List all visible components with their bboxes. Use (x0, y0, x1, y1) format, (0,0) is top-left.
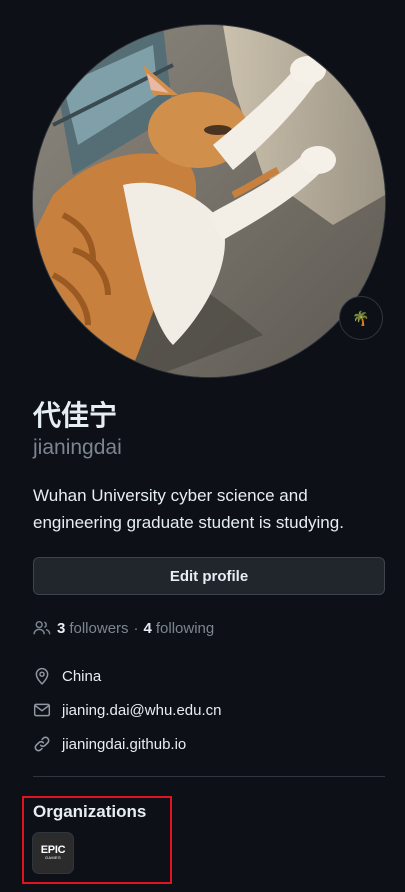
following-count: 4 (143, 619, 152, 637)
avatar[interactable] (33, 25, 385, 377)
following-link[interactable]: 4 following (144, 620, 215, 637)
profile-username: jianingdai (33, 436, 122, 459)
follow-stats: 3 followers · 4 following (33, 617, 214, 639)
cat-photo-icon (33, 25, 385, 377)
epic-games-logo-line2: GAMES (45, 855, 61, 860)
followers-link[interactable]: 3 followers (57, 620, 129, 637)
status-emoji-button[interactable]: 🌴 (339, 296, 383, 340)
edit-profile-button[interactable]: Edit profile (33, 557, 385, 595)
org-epic-games-avatar[interactable]: EPIC GAMES (33, 833, 73, 873)
followers-label: followers (69, 619, 129, 637)
follow-separator: · (133, 619, 139, 637)
profile-display-name: 代佳宁 (33, 399, 118, 432)
email-link[interactable]: jianing.dai@whu.edu.cn (62, 702, 222, 719)
profile-bio: Wuhan University cyber science and engin… (33, 486, 344, 532)
location-text: China (62, 667, 102, 685)
palm-tree-icon: 🌴 (352, 309, 370, 326)
location-pin-icon (33, 667, 51, 685)
link-icon (33, 735, 51, 753)
people-icon (33, 619, 51, 637)
followers-count: 3 (57, 619, 66, 637)
following-label: following (155, 619, 215, 637)
mail-icon (33, 701, 51, 719)
organizations-heading: Organizations (33, 802, 147, 821)
epic-games-logo-line1: EPIC (40, 844, 66, 856)
email-item: jianing.dai@whu.edu.cn (33, 699, 222, 721)
section-divider (33, 776, 385, 777)
website-link[interactable]: jianingdai.github.io (62, 736, 186, 753)
location-item: China (33, 665, 101, 687)
profile-avatar-container: 🌴 (33, 25, 385, 377)
website-item: jianingdai.github.io (33, 733, 186, 755)
